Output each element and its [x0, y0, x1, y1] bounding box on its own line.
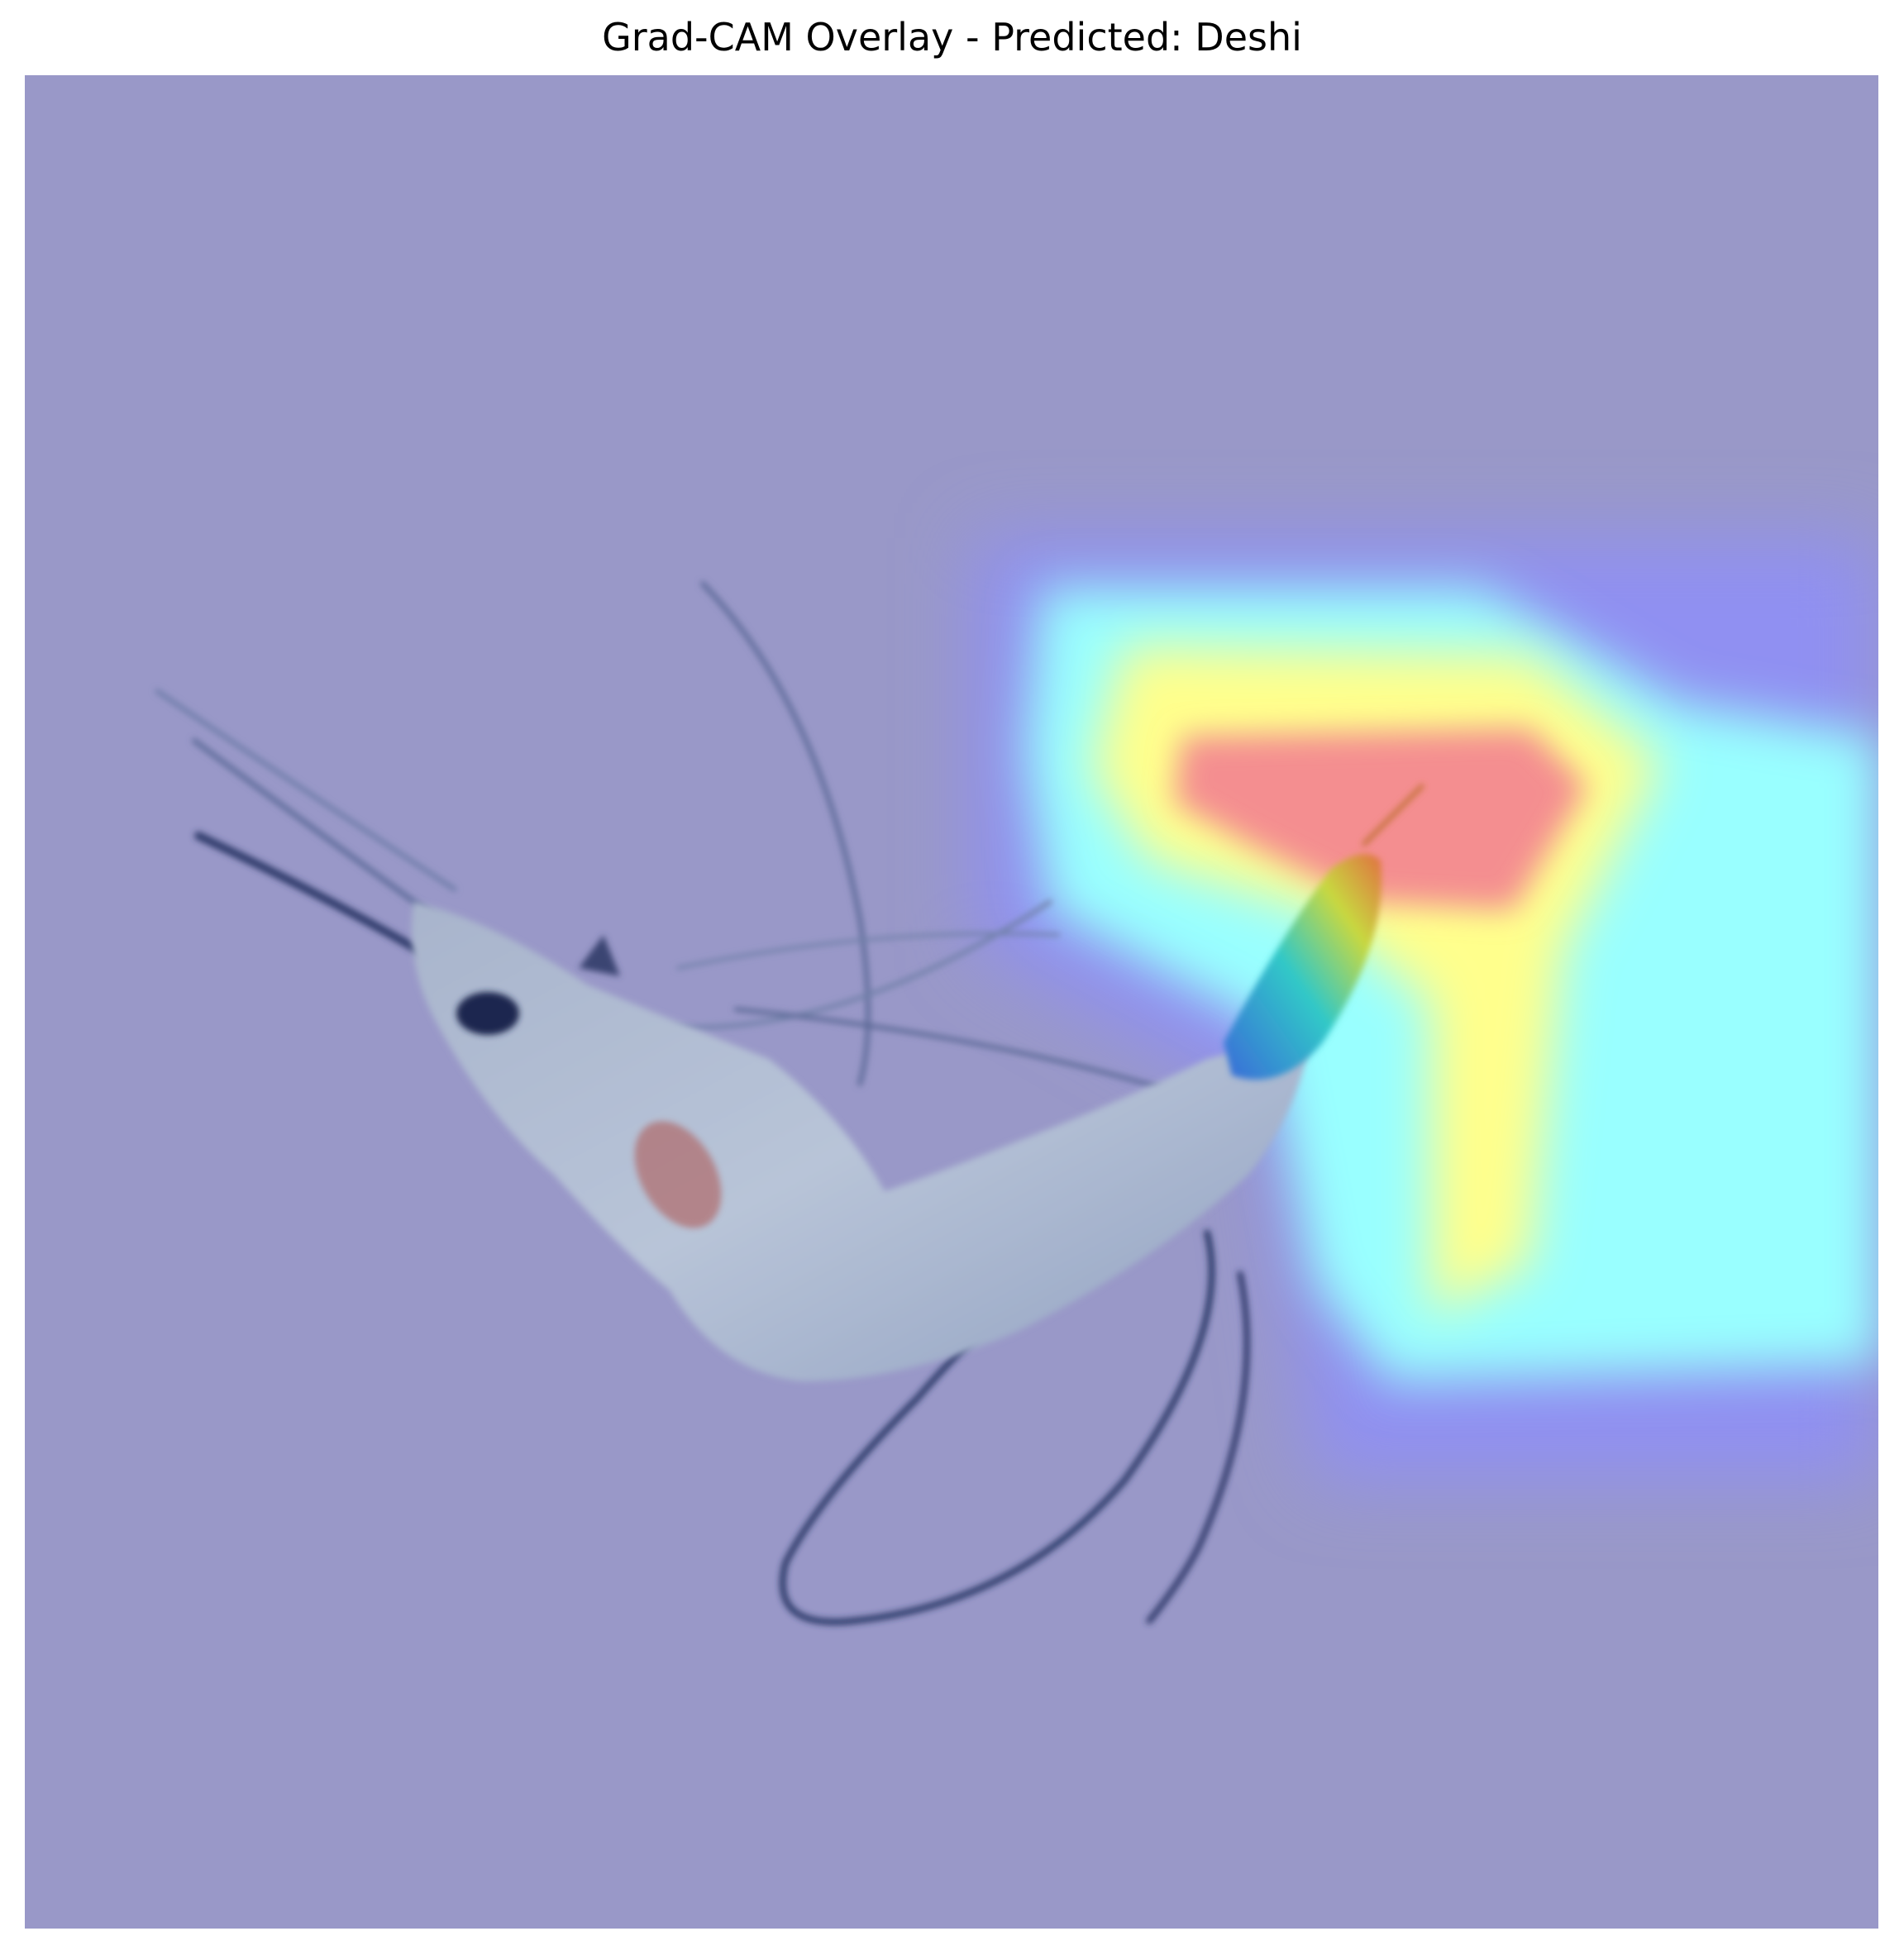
gradcam-overlay-image: [25, 75, 1878, 1929]
figure-title: Grad-CAM Overlay - Predicted: Deshi: [602, 15, 1302, 60]
